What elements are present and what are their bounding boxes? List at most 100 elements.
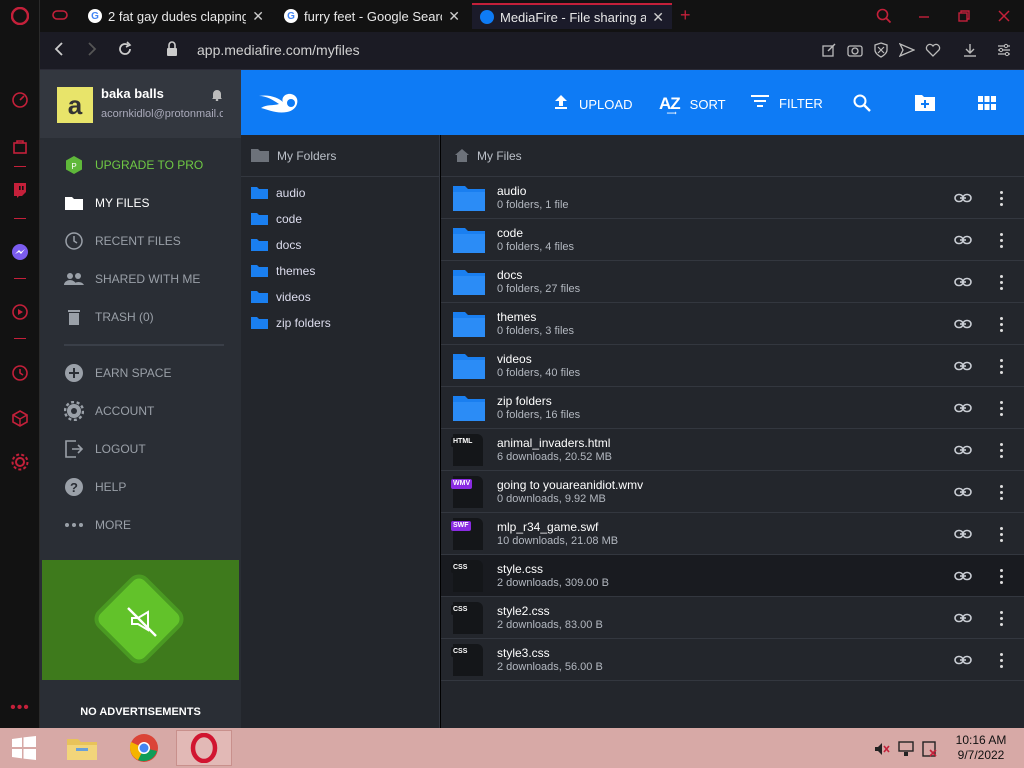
extensions-cube-icon[interactable] — [10, 408, 30, 428]
more-options-icon[interactable] — [993, 273, 1009, 291]
share-link-icon[interactable] — [954, 358, 972, 374]
folder-tree-item[interactable]: code — [241, 206, 440, 232]
network-icon[interactable] — [898, 741, 914, 762]
close-tab-icon[interactable]: ✕ — [252, 8, 264, 25]
shopping-bag-icon[interactable] — [10, 136, 30, 156]
more-options-icon[interactable] — [993, 609, 1009, 627]
share-link-icon[interactable] — [954, 190, 972, 206]
share-link-icon[interactable] — [954, 442, 972, 458]
twitch-icon[interactable] — [10, 180, 30, 200]
nav-earn-space[interactable]: EARN SPACE — [40, 357, 241, 389]
restore-button[interactable] — [944, 0, 984, 32]
messenger-icon[interactable] — [10, 242, 30, 262]
game-icon[interactable] — [52, 8, 68, 27]
file-name[interactable]: videos — [497, 352, 532, 366]
more-options-icon[interactable] — [993, 483, 1009, 501]
share-link-icon[interactable] — [954, 274, 972, 290]
more-options-icon[interactable] — [993, 357, 1009, 375]
bell-icon[interactable] — [211, 88, 223, 104]
action-center-icon[interactable] — [922, 741, 938, 762]
filter-button[interactable]: FILTER — [751, 94, 823, 113]
table-row[interactable]: zip folders 0 folders, 16 files — [441, 387, 1024, 429]
player-icon[interactable] — [10, 302, 30, 322]
nav-my-files[interactable]: MY FILES — [40, 187, 241, 219]
chrome-icon[interactable] — [116, 730, 172, 766]
new-folder-icon[interactable] — [914, 94, 936, 117]
grid-view-icon[interactable] — [978, 96, 996, 115]
nav-more[interactable]: MORE — [40, 509, 241, 541]
share-link-icon[interactable] — [954, 610, 972, 626]
windows-start-icon[interactable] — [0, 730, 48, 766]
table-row[interactable]: CSS style2.css 2 downloads, 83.00 B — [441, 597, 1024, 639]
search-icon[interactable] — [853, 94, 871, 117]
file-name[interactable]: docs — [497, 268, 522, 282]
nav-shared-with-me[interactable]: SHARED WITH ME — [40, 263, 241, 295]
settings-icon[interactable] — [10, 452, 30, 472]
file-name[interactable]: style2.css — [497, 604, 550, 618]
share-link-icon[interactable] — [954, 568, 972, 584]
tab-mediafire[interactable]: MediaFire - File sharing and ✕ — [472, 3, 672, 29]
sort-button[interactable]: A͢Z SORT — [659, 94, 726, 114]
table-row[interactable]: videos 0 folders, 40 files — [441, 345, 1024, 387]
minimize-button[interactable] — [904, 0, 944, 32]
table-row[interactable]: audio 0 folders, 1 file — [441, 177, 1024, 219]
opera-logo-icon[interactable] — [10, 6, 30, 26]
file-name[interactable]: code — [497, 226, 523, 240]
file-name[interactable]: audio — [497, 184, 526, 198]
opera-taskbar-icon[interactable] — [176, 730, 232, 766]
home-icon[interactable] — [455, 149, 469, 167]
more-options-icon[interactable] — [993, 441, 1009, 459]
more-options-icon[interactable] — [993, 231, 1009, 249]
back-icon[interactable] — [53, 41, 65, 62]
file-name[interactable]: mlp_r34_game.swf — [497, 520, 598, 534]
more-options-icon[interactable] — [993, 189, 1009, 207]
volume-muted-icon[interactable] — [874, 742, 890, 761]
adblock-shield-icon[interactable] — [873, 42, 889, 58]
file-name[interactable]: style3.css — [497, 646, 550, 660]
close-tab-icon[interactable]: ✕ — [652, 9, 664, 26]
heart-icon[interactable] — [925, 42, 941, 58]
share-link-icon[interactable] — [954, 484, 972, 500]
table-row[interactable]: SWF mlp_r34_game.swf 10 downloads, 21.08 M… — [441, 513, 1024, 555]
search-tabs-icon[interactable] — [864, 0, 904, 32]
file-name[interactable]: style.css — [497, 562, 543, 576]
more-options-icon[interactable] — [993, 399, 1009, 417]
send-icon[interactable] — [899, 42, 915, 58]
table-row[interactable]: docs 0 folders, 27 files — [441, 261, 1024, 303]
folder-tree-item[interactable]: themes — [241, 258, 440, 284]
download-icon[interactable] — [962, 42, 978, 58]
file-explorer-icon[interactable] — [54, 730, 110, 766]
close-tab-icon[interactable]: ✕ — [448, 8, 460, 25]
table-row[interactable]: CSS style.css 2 downloads, 309.00 B — [441, 555, 1024, 597]
edit-share-icon[interactable] — [821, 42, 837, 58]
folder-tree-item[interactable]: audio — [241, 180, 440, 206]
upgrade-to-pro-link[interactable]: P UPGRADE TO PRO — [40, 149, 241, 181]
nav-trash[interactable]: TRASH (0) — [40, 301, 241, 333]
lock-icon[interactable] — [166, 41, 178, 62]
forward-icon[interactable] — [86, 41, 98, 62]
share-link-icon[interactable] — [954, 652, 972, 668]
more-options-icon[interactable] — [993, 315, 1009, 333]
more-options-icon[interactable] — [993, 525, 1009, 543]
upload-button[interactable]: UPLOAD — [553, 94, 632, 115]
file-name[interactable]: going to youareanidiot.wmv — [497, 478, 643, 492]
share-link-icon[interactable] — [954, 526, 972, 542]
more-options-icon[interactable] — [993, 567, 1009, 585]
table-row[interactable]: code 0 folders, 4 files — [441, 219, 1024, 261]
speed-dial-icon[interactable] — [10, 90, 30, 110]
tab-search[interactable]: G furry feet - Google Search ✕ — [276, 3, 468, 29]
tab-video[interactable]: G 2 fat gay dudes clapping c ✕ — [80, 3, 272, 29]
new-tab-button[interactable]: + — [680, 5, 691, 26]
nav-recent-files[interactable]: RECENT FILES — [40, 225, 241, 257]
nav-help[interactable]: ? HELP — [40, 471, 241, 503]
share-link-icon[interactable] — [954, 316, 972, 332]
nav-account[interactable]: ACCOUNT — [40, 395, 241, 427]
close-window-button[interactable] — [984, 0, 1024, 32]
mediafire-logo-icon[interactable] — [257, 90, 303, 121]
account-header[interactable]: a baka balls acornkidlol@protonmail.com — [40, 70, 241, 138]
camera-icon[interactable] — [847, 42, 863, 58]
folder-tree-item[interactable]: zip folders — [241, 310, 440, 336]
reload-icon[interactable] — [117, 41, 133, 62]
folder-tree-item[interactable]: docs — [241, 232, 440, 258]
url-field[interactable]: app.mediafire.com/myfiles — [197, 42, 360, 58]
